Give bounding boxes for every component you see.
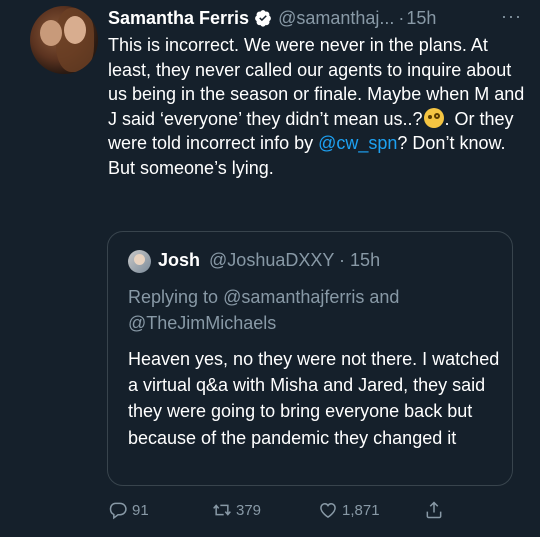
tweet-time[interactable]: 15h (406, 8, 436, 29)
replying-to: Replying to @samanthajferris and @TheJim… (128, 284, 508, 336)
quote-header: Josh @JoshuaDXXY · 15h (158, 250, 380, 271)
share-button[interactable] (424, 500, 448, 520)
reply-button[interactable]: 91 (108, 500, 149, 520)
reply-count: 91 (132, 501, 149, 519)
mention-link[interactable]: @cw_spn (318, 133, 397, 153)
tweet-actions: 91 379 1,871 (108, 500, 448, 524)
reply-mention-thejimmichaels: @TheJimMichaels (128, 313, 277, 333)
reply-and: and (364, 287, 400, 307)
quote-author-name: Josh (158, 250, 201, 270)
quote-time: 15h (350, 250, 381, 270)
retweet-button[interactable]: 379 (212, 500, 261, 520)
quote-author-avatar (128, 250, 151, 273)
quote-text: Heaven yes, no they were not there. I wa… (128, 349, 500, 448)
like-count: 1,871 (342, 501, 380, 519)
face-with-monocle-emoji-icon (423, 107, 444, 128)
reply-icon (109, 502, 127, 520)
quoted-tweet[interactable]: Josh @JoshuaDXXY · 15h Replying to @sama… (107, 231, 513, 486)
author-avatar[interactable] (30, 6, 98, 74)
reply-mention-samanthajferris: @samanthajferris (223, 287, 365, 307)
verified-badge-icon (254, 9, 272, 27)
time-separator: · (398, 7, 405, 28)
retweet-icon (213, 504, 231, 516)
quote-time-separator: · (334, 250, 351, 270)
tweet-header: Samantha Ferris @samanthaj... · 15h ··· (108, 6, 528, 30)
avatar-face-2 (64, 16, 86, 44)
avatar-face-1 (40, 20, 62, 46)
heart-icon (320, 502, 336, 518)
tweet-text: This is incorrect. We were never in the … (108, 33, 526, 181)
retweet-count: 379 (236, 501, 262, 519)
more-options-icon[interactable]: ··· (501, 6, 522, 27)
author-name[interactable]: Samantha Ferris (108, 8, 249, 29)
quote-author-handle: @JoshuaDXXY (209, 250, 335, 270)
share-icon (426, 501, 442, 519)
reply-prefix: Replying to (128, 287, 224, 307)
like-button[interactable]: 1,871 (318, 500, 380, 520)
author-handle[interactable]: @samanthaj... (278, 8, 394, 29)
